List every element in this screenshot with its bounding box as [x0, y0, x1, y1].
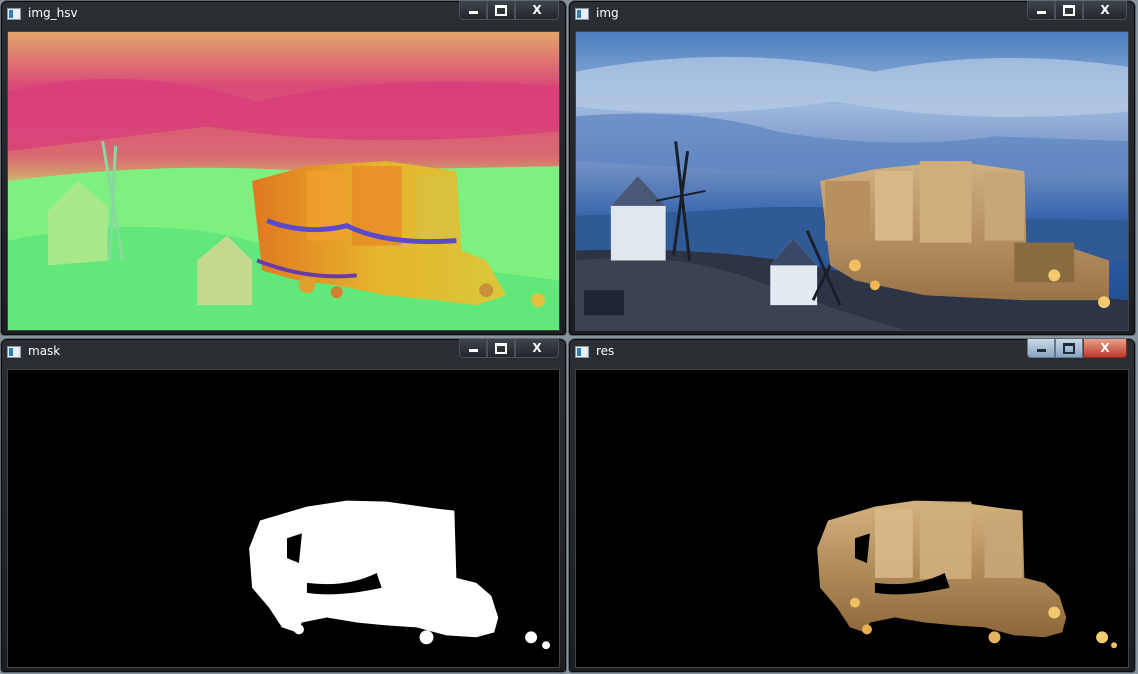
titlebar[interactable]: res X	[569, 339, 1135, 365]
titlebar[interactable]: img_hsv X	[1, 1, 566, 27]
minimize-button[interactable]	[1027, 339, 1055, 358]
result-image	[576, 370, 1128, 667]
minimize-icon	[468, 349, 478, 352]
maximize-icon	[1063, 342, 1075, 354]
maximize-icon	[1063, 4, 1075, 16]
titlebar[interactable]: img X	[569, 1, 1135, 27]
window-img-hsv[interactable]: img_hsv X	[0, 0, 567, 336]
caption-buttons: X	[459, 339, 559, 359]
window-title: mask	[28, 344, 61, 358]
close-button[interactable]: X	[1083, 1, 1127, 20]
app-icon	[575, 8, 589, 20]
maximize-icon	[495, 342, 507, 354]
close-button[interactable]: X	[515, 1, 559, 20]
close-button[interactable]: X	[1083, 339, 1127, 358]
minimize-button[interactable]	[1027, 1, 1055, 20]
minimize-icon	[1036, 11, 1046, 14]
close-icon: X	[532, 3, 542, 17]
maximize-button[interactable]	[1055, 339, 1083, 358]
minimize-button[interactable]	[459, 1, 487, 20]
minimize-icon	[1036, 349, 1046, 352]
maximize-icon	[495, 4, 507, 16]
caption-buttons: X	[1027, 1, 1127, 21]
window-res[interactable]: res X	[568, 338, 1136, 673]
original-image	[576, 32, 1128, 330]
mask-image	[8, 370, 559, 667]
close-icon: X	[1100, 341, 1110, 355]
image-canvas-mask[interactable]	[7, 369, 560, 668]
caption-buttons: X	[459, 1, 559, 21]
image-canvas-hsv[interactable]	[7, 31, 560, 331]
window-title: img_hsv	[28, 6, 78, 20]
window-title: res	[596, 344, 615, 358]
minimize-icon	[468, 11, 478, 14]
maximize-button[interactable]	[487, 339, 515, 358]
image-canvas-result[interactable]	[575, 369, 1129, 668]
close-icon: X	[532, 341, 542, 355]
maximize-button[interactable]	[1055, 1, 1083, 20]
app-icon	[575, 346, 589, 358]
caption-buttons: X	[1027, 339, 1127, 359]
window-title: img	[596, 6, 619, 20]
minimize-button[interactable]	[459, 339, 487, 358]
window-img[interactable]: img X	[568, 0, 1136, 336]
close-icon: X	[1100, 3, 1110, 17]
hsv-image	[8, 32, 559, 330]
app-icon	[7, 346, 21, 358]
maximize-button[interactable]	[487, 1, 515, 20]
close-button[interactable]: X	[515, 339, 559, 358]
app-icon	[7, 8, 21, 20]
window-mask[interactable]: mask X	[0, 338, 567, 673]
image-canvas-original[interactable]	[575, 31, 1129, 331]
titlebar[interactable]: mask X	[1, 339, 566, 365]
